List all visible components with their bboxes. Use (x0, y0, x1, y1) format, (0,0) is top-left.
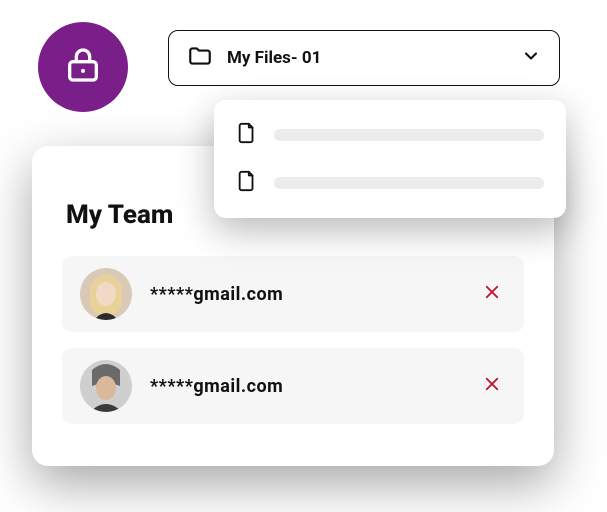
close-icon (483, 375, 501, 397)
file-name-placeholder (274, 177, 544, 189)
file-row[interactable] (236, 120, 544, 150)
lock-icon (63, 45, 103, 89)
file-icon (236, 120, 258, 150)
file-name-placeholder (274, 129, 544, 141)
avatar (80, 268, 132, 320)
member-email: *****gmail.com (150, 376, 460, 397)
remove-member-button[interactable] (478, 372, 506, 400)
remove-member-button[interactable] (478, 280, 506, 308)
folder-icon (187, 43, 213, 73)
files-dropdown-panel (214, 100, 566, 218)
chevron-down-icon (521, 46, 541, 70)
avatar (80, 360, 132, 412)
close-icon (483, 283, 501, 305)
file-icon (236, 168, 258, 198)
file-row[interactable] (236, 168, 544, 198)
team-member-row: *****gmail.com (62, 256, 524, 332)
team-member-row: *****gmail.com (62, 348, 524, 424)
member-email: *****gmail.com (150, 284, 460, 305)
folder-selector-label: My Files- 01 (227, 48, 507, 68)
folder-selector[interactable]: My Files- 01 (168, 30, 560, 86)
lock-badge (38, 22, 128, 112)
